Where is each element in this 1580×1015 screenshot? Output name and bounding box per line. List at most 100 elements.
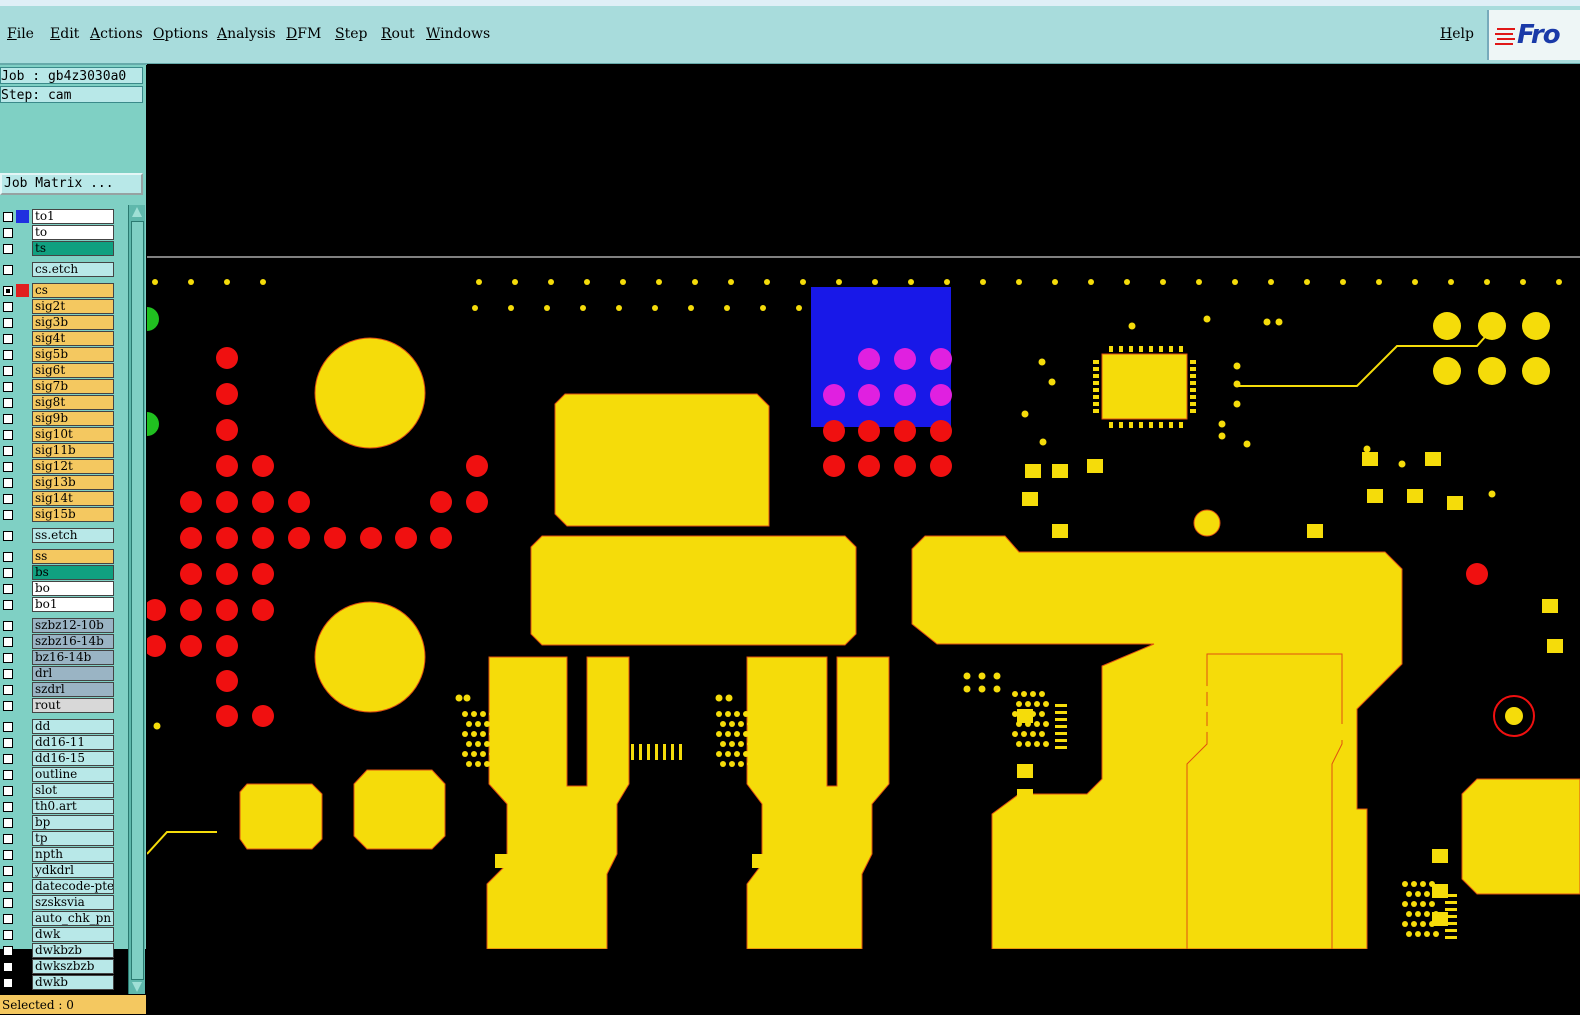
via[interactable] — [1043, 701, 1049, 707]
layer-checkbox[interactable] — [3, 738, 13, 748]
via[interactable] — [800, 279, 806, 285]
fine-pad[interactable] — [1309, 724, 1312, 740]
via[interactable] — [715, 694, 723, 702]
layer-name[interactable]: sig11b — [32, 443, 114, 458]
layer-row-bo1[interactable]: bo1 — [0, 597, 116, 612]
layer-checkbox[interactable] — [3, 212, 13, 222]
fine-pad[interactable] — [1247, 741, 1259, 744]
via[interactable] — [1415, 891, 1421, 897]
via[interactable] — [466, 761, 472, 767]
layer-name[interactable]: sig4t — [32, 331, 114, 346]
via[interactable] — [1268, 279, 1274, 285]
fine-pad[interactable] — [1445, 894, 1457, 897]
layer-row-sig10t[interactable]: sig10t — [0, 427, 116, 442]
layer-name[interactable]: sig15b — [32, 507, 114, 522]
fiducial-center[interactable] — [1505, 707, 1523, 725]
via[interactable] — [1406, 931, 1412, 937]
via[interactable] — [548, 279, 554, 285]
via[interactable] — [1052, 279, 1058, 285]
fine-pad[interactable] — [1445, 936, 1457, 939]
layer-row-szsksvia[interactable]: szsksvia — [0, 895, 116, 910]
layer-row-dd[interactable]: dd — [0, 719, 116, 734]
layer-row-to1[interactable]: to1 — [0, 209, 116, 224]
menu-rout[interactable]: Rout — [381, 26, 415, 42]
via[interactable] — [993, 672, 1001, 680]
menu-actions[interactable]: Actions — [90, 26, 143, 42]
via[interactable] — [725, 694, 733, 702]
layer-checkbox[interactable] — [3, 834, 13, 844]
fine-pad[interactable] — [1445, 915, 1457, 918]
layer-name[interactable]: datecode-pte — [32, 879, 114, 894]
layer-checkbox[interactable] — [3, 584, 13, 594]
layer-row-sig14t[interactable]: sig14t — [0, 491, 116, 506]
ic-pin[interactable] — [1149, 346, 1153, 352]
ic-pin[interactable] — [1190, 381, 1196, 385]
layer-row-outline[interactable]: outline — [0, 767, 116, 782]
ic-pin[interactable] — [1093, 402, 1099, 406]
via[interactable] — [1043, 741, 1049, 747]
fine-pad[interactable] — [1317, 724, 1320, 740]
fine-pad[interactable] — [1055, 704, 1067, 707]
via[interactable] — [1233, 400, 1241, 408]
via[interactable] — [729, 721, 735, 727]
layer-name[interactable]: outline — [32, 767, 114, 782]
layer-name[interactable]: ts — [32, 241, 114, 256]
via[interactable] — [1038, 358, 1046, 366]
layer-row-sig11b[interactable]: sig11b — [0, 443, 116, 458]
smd-pad[interactable] — [1052, 524, 1068, 538]
via[interactable] — [1556, 279, 1562, 285]
via[interactable] — [584, 279, 590, 285]
red-pad[interactable] — [216, 455, 238, 477]
via[interactable] — [716, 751, 722, 757]
copper-plane[interactable] — [1461, 778, 1580, 895]
fine-pad[interactable] — [1177, 724, 1180, 740]
via[interactable] — [1415, 911, 1421, 917]
layer-name[interactable]: tp — [32, 831, 114, 846]
via[interactable] — [1039, 691, 1045, 697]
layer-row-dwkb[interactable]: dwkb — [0, 975, 116, 990]
fine-pad[interactable] — [1161, 724, 1164, 740]
layer-checkbox[interactable] — [3, 754, 13, 764]
via[interactable] — [1012, 731, 1018, 737]
layer-name[interactable]: dd — [32, 719, 114, 734]
via[interactable] — [1231, 706, 1237, 712]
red-pad[interactable] — [216, 705, 238, 727]
scroll-up-icon[interactable] — [132, 207, 142, 217]
via[interactable] — [508, 305, 514, 311]
fine-pad[interactable] — [1333, 724, 1336, 740]
layer-checkbox[interactable] — [3, 978, 13, 988]
via[interactable] — [493, 741, 499, 747]
via[interactable] — [475, 721, 481, 727]
layer-row-sig5b[interactable]: sig5b — [0, 347, 116, 362]
via[interactable] — [1203, 315, 1211, 323]
fine-pad[interactable] — [1247, 706, 1259, 709]
ic-pin[interactable] — [1093, 395, 1099, 399]
red-pad[interactable] — [360, 527, 382, 549]
ic-pin[interactable] — [1179, 422, 1183, 428]
via[interactable] — [1034, 741, 1040, 747]
red-pad[interactable] — [252, 527, 274, 549]
via[interactable] — [1398, 460, 1406, 468]
layer-checkbox[interactable] — [3, 802, 13, 812]
layer-checkbox[interactable] — [3, 446, 13, 456]
layer-row-rout[interactable]: rout — [0, 698, 116, 713]
layer-row-szdrl[interactable]: szdrl — [0, 682, 116, 697]
via[interactable] — [1039, 731, 1045, 737]
via[interactable] — [724, 305, 730, 311]
copper-pad-rect[interactable] — [530, 535, 857, 646]
red-pad[interactable] — [252, 563, 274, 585]
via[interactable] — [475, 741, 481, 747]
via[interactable] — [1415, 931, 1421, 937]
ic-pin[interactable] — [1129, 422, 1133, 428]
via[interactable] — [1429, 901, 1435, 907]
layer-checkbox[interactable] — [3, 462, 13, 472]
via[interactable] — [978, 672, 986, 680]
smd-pad[interactable] — [1087, 459, 1103, 473]
via[interactable] — [1025, 741, 1031, 747]
layer-row-drl[interactable]: drl — [0, 666, 116, 681]
layer-checkbox[interactable] — [3, 350, 13, 360]
menu-options[interactable]: Options — [153, 26, 208, 42]
fine-pad[interactable] — [1445, 901, 1457, 904]
layer-checkbox[interactable] — [3, 510, 13, 520]
via[interactable] — [616, 305, 622, 311]
